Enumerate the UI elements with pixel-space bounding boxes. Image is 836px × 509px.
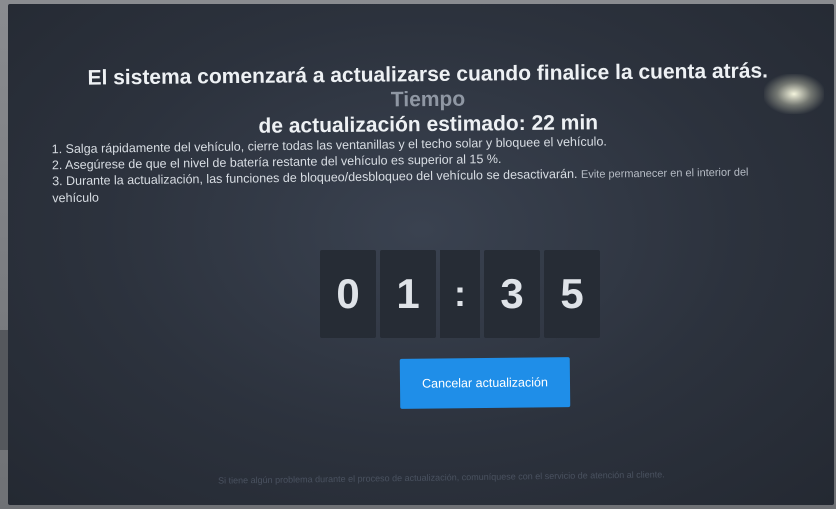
dashboard-edge bbox=[0, 330, 8, 450]
cancel-update-button[interactable]: Cancelar actualización bbox=[399, 357, 571, 409]
footer-note: Si tiene algún problema durante el proce… bbox=[217, 469, 665, 486]
countdown-digit-4: 5 bbox=[544, 250, 600, 338]
instruction-3-end: vehículo bbox=[52, 190, 100, 206]
countdown-timer: 0 1 : 3 5 bbox=[320, 250, 600, 338]
instructions-list: 1. Salga rápidamente del vehículo, cierr… bbox=[52, 131, 803, 206]
title-faded: Tiempo bbox=[390, 87, 466, 112]
countdown-digit-2: 1 bbox=[380, 250, 436, 338]
update-screen: El sistema comenzará a actualizarse cuan… bbox=[8, 4, 834, 505]
title-main: El sistema comenzará a actualizarse cuan… bbox=[87, 59, 769, 90]
countdown-digit-3: 3 bbox=[484, 250, 540, 338]
page-title: El sistema comenzará a actualizarse cuan… bbox=[48, 58, 809, 141]
countdown-separator: : bbox=[440, 250, 480, 338]
countdown-digit-1: 0 bbox=[320, 250, 376, 338]
instruction-3-dim: Evite permanecer en el interior del bbox=[580, 166, 749, 181]
